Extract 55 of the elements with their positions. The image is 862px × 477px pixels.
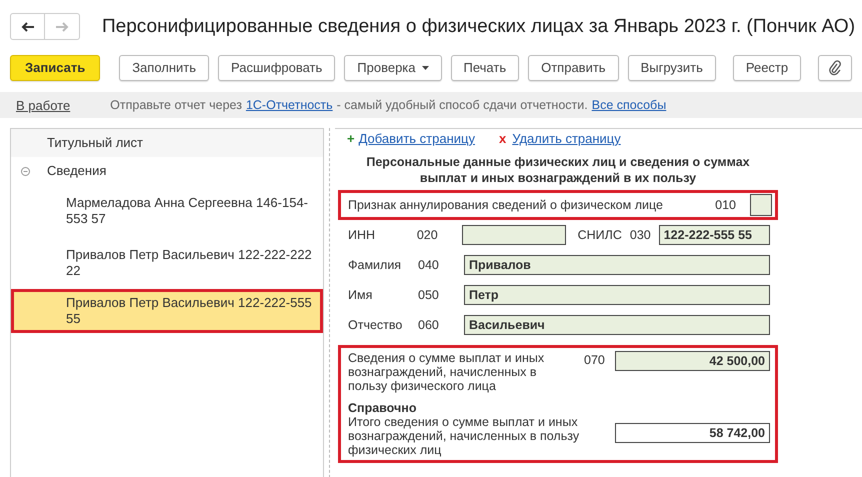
field-label: ИНН <box>348 228 376 242</box>
info-text: - самый удобный способ сдачи отчетности. <box>336 98 588 112</box>
caret-icon <box>422 66 429 70</box>
attach-button[interactable] <box>818 54 852 80</box>
field-code: 020 <box>416 228 439 242</box>
field-code: 060 <box>418 318 440 332</box>
field-label: Признак аннулирования сведений о физическом лице <box>348 198 664 212</box>
section-title: Персональные данные физических лиц и сведения о суммах выплат и иных вознаграждений в их пользу <box>365 154 751 187</box>
plus-icon: + <box>347 131 355 146</box>
total-field: 58 742,00 <box>615 423 770 443</box>
back-button[interactable] <box>10 13 45 40</box>
save-button[interactable]: Записать <box>10 54 100 80</box>
tree-item[interactable]: Титульный лист <box>11 129 323 157</box>
delete-icon: x <box>498 131 506 146</box>
inn-field[interactable] <box>462 225 566 245</box>
amount-field[interactable]: 42 500,00 <box>615 351 770 371</box>
tree-item[interactable]: Сведения <box>11 157 323 185</box>
toolbar-button[interactable]: Печать <box>450 54 520 80</box>
field-label: Сведения о сумме выплат и иных вознаграждений, начисленных в пользу физического лица <box>348 351 546 393</box>
field-label: Имя <box>348 288 374 302</box>
checkbox[interactable] <box>750 194 772 216</box>
field-label: Фамилия <box>348 258 402 272</box>
field-code: 070 <box>584 353 605 367</box>
field-code: 040 <box>418 258 440 272</box>
field-code: 010 <box>715 198 736 212</box>
collapse-icon[interactable] <box>21 166 30 176</box>
toolbar-button[interactable]: Выгрузить <box>628 54 716 80</box>
forward-arrow-icon <box>55 22 69 32</box>
field-code: 050 <box>418 288 440 302</box>
back-arrow-icon <box>20 22 34 32</box>
info-text: Отправьте отчет через <box>110 98 242 112</box>
paperclip-icon <box>829 60 842 76</box>
add-page-link[interactable]: Добавить страницу <box>358 131 475 146</box>
field-label: Отчество <box>348 318 404 332</box>
window-title: Персонифицированные сведения о физических лицах за Январь 2023 г. (Пончик АО) <box>102 16 856 38</box>
name-field[interactable]: Васильевич <box>464 315 770 335</box>
field-code: 030 <box>630 228 651 242</box>
field-label: Итого сведения о сумме выплат и иных вознаграждений, начисленных в пользу физических лиц <box>348 415 580 457</box>
service-link[interactable]: 1С-Отчетность <box>246 98 333 112</box>
toolbar-button[interactable]: Расшифровать <box>218 54 336 80</box>
toolbar-button[interactable]: Реестр <box>732 54 802 80</box>
check-dropdown-button[interactable]: Проверка <box>344 54 442 80</box>
name-field[interactable]: Петр <box>464 285 770 305</box>
name-field[interactable]: Привалов <box>464 255 770 275</box>
status-link[interactable]: В работе <box>16 98 70 112</box>
field-label: СНИЛС <box>578 228 622 242</box>
all-methods-link[interactable]: Все способы <box>592 98 666 112</box>
reference-heading: Справочно <box>348 401 418 415</box>
tree-item[interactable]: Мармеладова Анна Сергеевна 146-154-553 57 <box>11 185 323 237</box>
tree-item[interactable]: Привалов Петр Васильевич 122-222-222 22 <box>11 237 323 289</box>
delete-page-link[interactable]: Удалить страницу <box>512 131 621 146</box>
toolbar-button[interactable]: Отправить <box>528 54 619 80</box>
snils-field[interactable]: 122-222-555 55 <box>658 225 770 245</box>
toolbar-button[interactable]: Заполнить <box>119 54 210 80</box>
tree-item[interactable]: Привалов Петр Васильевич 122-222-555 55 <box>11 289 323 333</box>
